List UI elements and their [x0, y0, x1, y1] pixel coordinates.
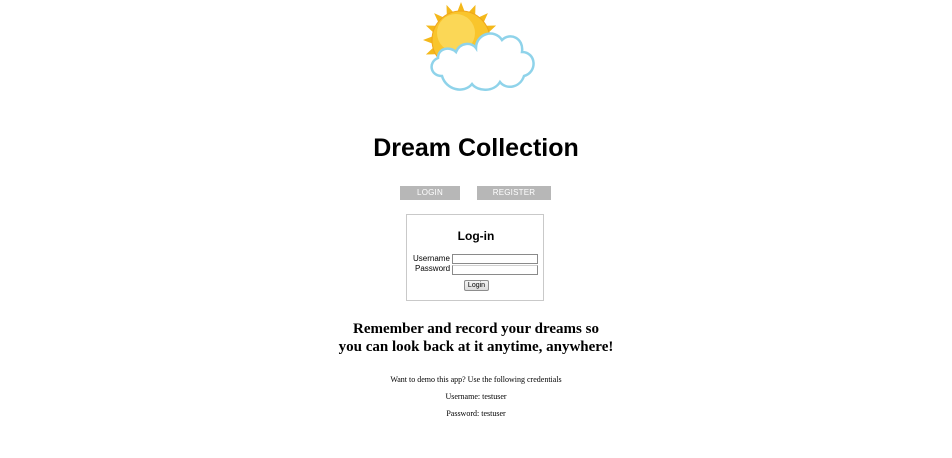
demo-username: Username: testuser: [445, 392, 507, 401]
sun-ray: [457, 2, 465, 12]
sun-ray: [423, 36, 433, 44]
login-submit-button[interactable]: Login: [464, 280, 489, 291]
demo-password: Password: testuser: [446, 409, 506, 418]
password-label: Password: [415, 264, 451, 273]
login-heading: Log-in: [457, 229, 495, 243]
demo-intro: Want to demo this app? Use the following…: [390, 375, 562, 384]
password-input[interactable]: [452, 265, 538, 275]
page: Dream Collection LOGIN REGISTER Log-in U…: [0, 0, 952, 458]
username-label: Username: [413, 254, 450, 263]
tagline-line-1: Remember and record your dreams so: [353, 321, 599, 337]
app-title: Dream Collection: [373, 134, 579, 162]
tagline-line-2: you can look back at it anytime, anywher…: [338, 339, 614, 355]
login-form: Log-in Username Password Login: [406, 214, 544, 301]
nav-register-button[interactable]: REGISTER: [477, 186, 551, 200]
tagline: Remember and record your dreams so you c…: [0, 320, 952, 356]
nav-login-button[interactable]: LOGIN: [400, 186, 460, 200]
sun-behind-cloud-icon: [423, 2, 535, 91]
username-input[interactable]: [452, 254, 538, 264]
